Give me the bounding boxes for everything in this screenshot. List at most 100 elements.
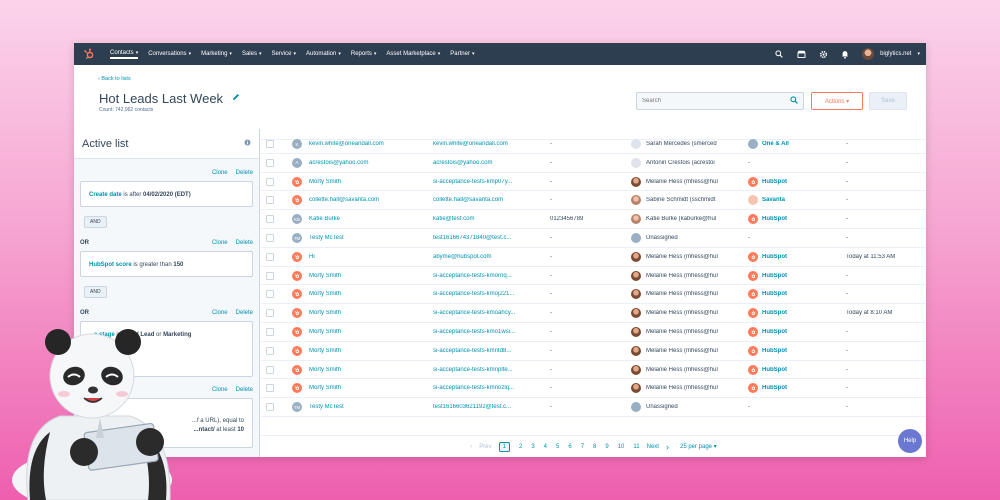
- page-11-button[interactable]: 11: [633, 444, 639, 450]
- row-checkbox[interactable]: [266, 346, 274, 355]
- table-row[interactable]: TM Testy McTest test1616674371840@test.c..…: [261, 229, 926, 248]
- contact-email[interactable]: collette.hall@savanta.com: [433, 197, 545, 203]
- contact-name-link[interactable]: acrestois@yahoo.com: [309, 160, 427, 166]
- contact-email[interactable]: si-acceptance-tests-kmo1wsi...: [433, 329, 545, 335]
- info-icon[interactable]: [244, 139, 251, 148]
- contact-name-link[interactable]: Morty Smith: [309, 273, 427, 279]
- table-row[interactable]: Morty Smith si-acceptance-tests-kmnplte..…: [261, 361, 926, 380]
- contact-name-link[interactable]: Morty Smith: [309, 179, 427, 185]
- delete-link[interactable]: Delete: [236, 240, 253, 246]
- table-row[interactable]: Kkevin.white@oneandall.com kevin.white@on…: [261, 135, 926, 154]
- contact-email[interactable]: kevin.white@oneandall.com: [433, 141, 545, 147]
- table-row[interactable]: Morty Smith si-acceptance-tests-kmoahcy..…: [261, 304, 926, 323]
- clone-link[interactable]: Clone: [212, 240, 228, 246]
- chevron-right-icon[interactable]: ›: [666, 442, 669, 452]
- contact-email[interactable]: test1616674371840@test.c...: [433, 235, 545, 241]
- and-button[interactable]: AND: [84, 286, 107, 298]
- row-checkbox[interactable]: [266, 309, 274, 318]
- table-row[interactable]: Aacrestois@yahoo.com acrestois@yahoo.com -…: [261, 154, 926, 173]
- table-row[interactable]: Morty Smith si-acceptance-tests-kmo1wsi..…: [261, 323, 926, 342]
- row-checkbox[interactable]: [266, 271, 274, 280]
- contact-name-link[interactable]: Morty Smith: [309, 291, 427, 297]
- and-button[interactable]: AND: [84, 216, 107, 228]
- contact-name-link[interactable]: Hi: [309, 254, 427, 260]
- company-link[interactable]: HubSpot: [762, 216, 837, 222]
- row-checkbox[interactable]: [266, 365, 274, 374]
- row-checkbox[interactable]: [266, 290, 274, 299]
- table-row[interactable]: collette.hall@savanta.com collette.hall@s…: [261, 191, 926, 211]
- contact-name-link[interactable]: Katie Burke: [309, 216, 427, 222]
- table-row[interactable]: Hi abyme@hubspot.com - Melanie Hess (mhess@…: [261, 248, 926, 267]
- contact-email[interactable]: acrestois@yahoo.com: [433, 160, 545, 166]
- page-5-button[interactable]: 5: [556, 444, 559, 450]
- company-link[interactable]: HubSpot: [762, 367, 837, 373]
- row-checkbox[interactable]: [266, 384, 274, 393]
- contact-name-link[interactable]: Testy McTest: [309, 235, 427, 241]
- contact-email[interactable]: si-acceptance-tests-kmoahcy...: [433, 310, 545, 316]
- row-checkbox[interactable]: [266, 196, 274, 205]
- table-row[interactable]: Morty Smith si-acceptance-tests-kmp07y...…: [261, 173, 926, 192]
- contact-name-link[interactable]: Morty Smith: [309, 329, 427, 335]
- company-link[interactable]: Savanta: [762, 197, 837, 203]
- page-2-button[interactable]: 2: [519, 444, 522, 450]
- table-row[interactable]: Morty Smith si-acceptance-tests-kmnozlq..…: [261, 379, 926, 399]
- contact-name-link[interactable]: Morty Smith: [309, 310, 427, 316]
- contact-email[interactable]: si-acceptance-tests-kmp07y...: [433, 179, 545, 185]
- contact-email[interactable]: test1616603621192@test.c...: [433, 404, 545, 410]
- company-link[interactable]: One & All: [762, 141, 837, 147]
- next-page-button[interactable]: Next: [647, 444, 659, 450]
- page-10-button[interactable]: 10: [618, 444, 625, 450]
- table-row[interactable]: KB Katie Burke katie@test.com 0123456789 Kat…: [261, 210, 926, 229]
- row-checkbox[interactable]: [266, 177, 274, 186]
- save-button[interactable]: Save: [869, 92, 907, 110]
- prev-page-button[interactable]: Prev: [479, 444, 491, 450]
- page-8-button[interactable]: 8: [593, 444, 596, 450]
- filter-card-create-date[interactable]: Create date is after 04/02/2020 (EDT): [80, 181, 253, 207]
- company-link[interactable]: HubSpot: [762, 291, 837, 297]
- table-row[interactable]: TM Testy McTest test1616603621192@test.c..…: [261, 398, 926, 417]
- row-checkbox[interactable]: [266, 215, 274, 224]
- company-link[interactable]: HubSpot: [762, 254, 837, 260]
- contact-name-link[interactable]: Morty Smith: [309, 348, 427, 354]
- company-link[interactable]: HubSpot: [762, 329, 837, 335]
- per-page-select[interactable]: 25 per page ▾: [680, 443, 717, 450]
- page-4-button[interactable]: 4: [544, 444, 547, 450]
- page-6-button[interactable]: 6: [568, 444, 571, 450]
- table-row[interactable]: Morty Smith si-acceptance-tests-kmoj221..…: [261, 285, 926, 305]
- company-link[interactable]: HubSpot: [762, 179, 837, 185]
- edit-pencil-icon[interactable]: [232, 93, 240, 103]
- page-9-button[interactable]: 9: [605, 444, 608, 450]
- row-checkbox[interactable]: [266, 252, 274, 261]
- search-icon[interactable]: [790, 96, 798, 106]
- contact-email[interactable]: katie@test.com: [433, 216, 545, 222]
- contact-name-link[interactable]: Testy McTest: [309, 404, 427, 410]
- contact-email[interactable]: abyme@hubspot.com: [433, 254, 545, 260]
- company-link[interactable]: HubSpot: [762, 310, 837, 316]
- company-link[interactable]: HubSpot: [762, 348, 837, 354]
- contact-name-link[interactable]: kevin.white@oneandall.com: [309, 141, 427, 147]
- contact-email[interactable]: si-acceptance-tests-kmntd8...: [433, 348, 545, 354]
- chevron-left-icon[interactable]: ‹: [470, 444, 472, 450]
- company-link[interactable]: HubSpot: [762, 385, 837, 391]
- page-1-button[interactable]: 1: [498, 441, 510, 452]
- table-row[interactable]: Morty Smith si-acceptance-tests-kmornq...…: [261, 267, 926, 286]
- page-3-button[interactable]: 3: [531, 444, 534, 450]
- contact-name-link[interactable]: Morty Smith: [309, 367, 427, 373]
- row-checkbox[interactable]: [266, 328, 274, 336]
- clone-link[interactable]: Clone: [212, 170, 228, 176]
- delete-link[interactable]: Delete: [236, 170, 253, 176]
- help-button[interactable]: Help: [898, 429, 922, 453]
- clone-link[interactable]: Clone: [212, 310, 228, 316]
- contact-email[interactable]: si-acceptance-tests-kmornq...: [433, 273, 545, 279]
- delete-link[interactable]: Delete: [236, 387, 253, 393]
- table-row[interactable]: Morty Smith si-acceptance-tests-kmntd8...…: [261, 342, 926, 361]
- delete-link[interactable]: Delete: [236, 310, 253, 316]
- row-checkbox[interactable]: [266, 158, 274, 167]
- company-link[interactable]: HubSpot: [762, 273, 837, 279]
- actions-dropdown-button[interactable]: Actions ▾: [811, 92, 863, 110]
- search-input[interactable]: [642, 98, 790, 104]
- filter-card-hubspot-score[interactable]: HubSpot score is greater than 150: [80, 251, 253, 277]
- row-checkbox[interactable]: [266, 140, 274, 148]
- contact-name-link[interactable]: collette.hall@savanta.com: [309, 197, 427, 203]
- contact-email[interactable]: si-acceptance-tests-kmnozlq...: [433, 385, 545, 391]
